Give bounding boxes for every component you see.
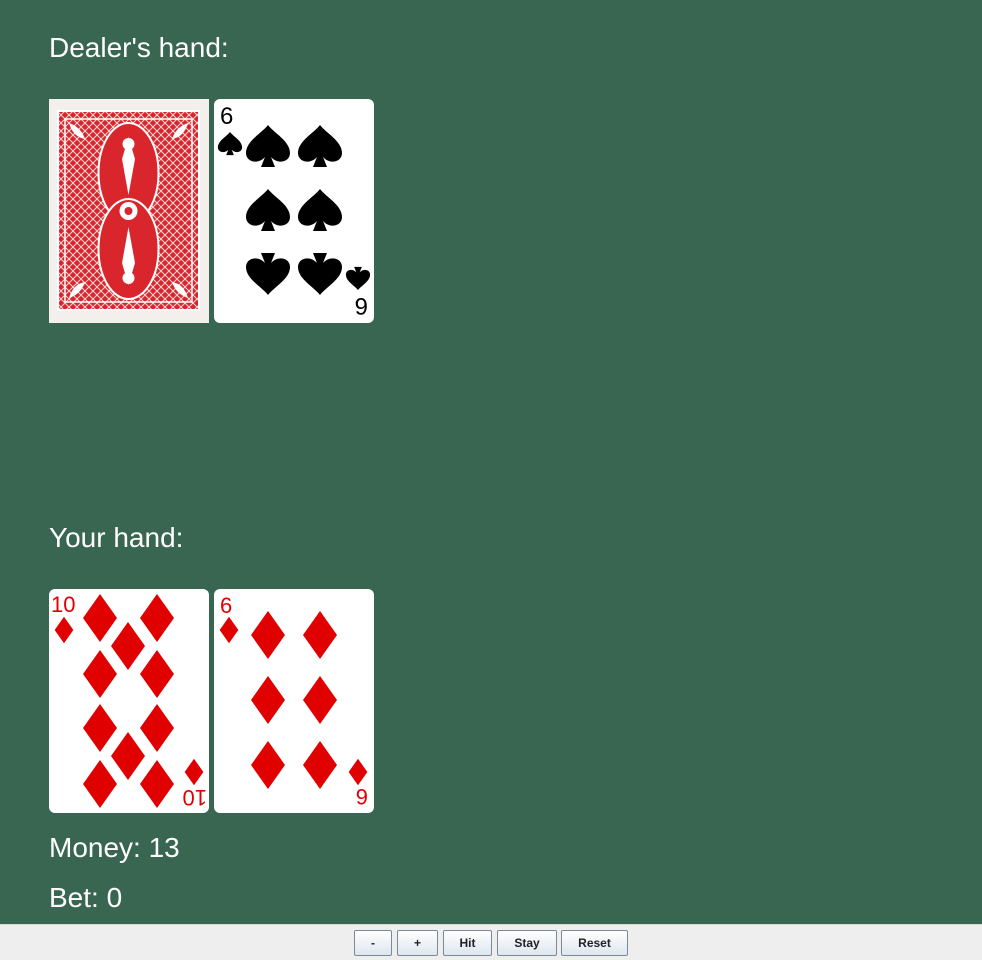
decrease-bet-button[interactable]: - (354, 930, 392, 956)
rank-top-left: 6 (220, 103, 233, 130)
hit-button[interactable]: Hit (443, 930, 492, 956)
reset-button[interactable]: Reset (561, 930, 628, 956)
diamond-icon (83, 650, 117, 698)
spade-icon (298, 189, 342, 231)
rank-bottom-right: 10 (183, 785, 207, 810)
player-card-ten-of-diamonds: 10 10 (49, 589, 209, 813)
diamond-icon (303, 611, 337, 659)
player-hand-heading: Your hand: (49, 522, 184, 553)
control-bar: - + Hit Stay Reset (0, 924, 982, 960)
diamond-icon (303, 676, 337, 724)
diamond-icon (251, 611, 285, 659)
spade-icon (298, 125, 342, 167)
diamond-icon (140, 760, 174, 808)
diamond-icon (303, 741, 337, 789)
rank-top-left: 6 (220, 593, 232, 618)
diamond-icon (184, 758, 204, 786)
spade-icon (217, 132, 243, 156)
card-table: Dealer's hand: 6 6 Your hand: 10 10 6 6 … (0, 0, 982, 924)
rank-top-left: 10 (51, 592, 75, 617)
player-card-six-of-diamonds: 6 6 (214, 589, 374, 813)
diamond-icon (111, 622, 145, 670)
dealer-card-six-of-spades: 6 6 (214, 99, 374, 323)
diamond-icon (140, 650, 174, 698)
spade-icon (246, 253, 290, 295)
increase-bet-button[interactable]: + (397, 930, 438, 956)
spade-icon (246, 189, 290, 231)
ten-of-diamonds-face: 10 10 (51, 592, 207, 810)
dealer-card-face-down (49, 99, 209, 323)
diamond-icon (251, 676, 285, 724)
diamond-icon (83, 704, 117, 752)
rank-bottom-right: 6 (356, 784, 368, 809)
diamond-icon (83, 594, 117, 642)
diamond-icon (219, 616, 239, 644)
money-label: Money: 13 (49, 832, 180, 863)
card-back-pattern (49, 99, 209, 323)
spade-icon (246, 125, 290, 167)
diamond-icon (54, 616, 74, 644)
six-of-diamonds-face: 6 6 (219, 593, 368, 809)
dealer-hand-heading: Dealer's hand: (49, 32, 229, 63)
diamond-icon (140, 704, 174, 752)
diamond-icon (251, 741, 285, 789)
diamond-icon (140, 594, 174, 642)
rank-bottom-right: 6 (355, 292, 368, 319)
spade-icon (345, 266, 371, 290)
diamond-icon (111, 732, 145, 780)
stay-button[interactable]: Stay (497, 930, 557, 956)
six-of-spades-face: 6 6 (217, 103, 371, 319)
diamond-icon (83, 760, 117, 808)
bet-label: Bet: 0 (49, 882, 123, 913)
spade-icon (298, 253, 342, 295)
diamond-icon (348, 758, 368, 786)
